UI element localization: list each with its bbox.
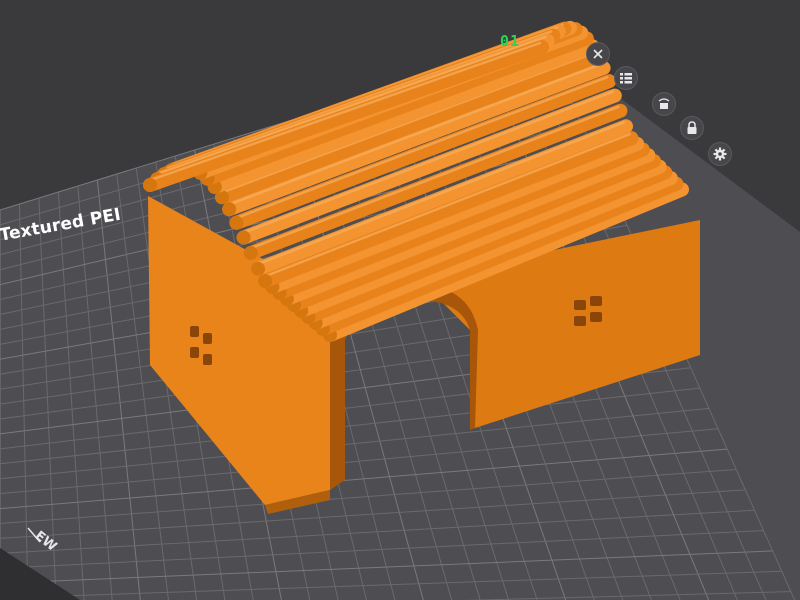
gear-icon bbox=[713, 147, 727, 161]
plate-number[interactable]: 01 bbox=[500, 32, 520, 50]
arrange-plate-button[interactable] bbox=[614, 66, 638, 90]
3d-viewport[interactable] bbox=[0, 0, 800, 600]
close-icon bbox=[593, 49, 603, 59]
arrange-icon bbox=[620, 73, 632, 84]
auto-orient-button[interactable] bbox=[652, 92, 676, 116]
auto-orient-icon bbox=[658, 98, 670, 109]
lock-plate-button[interactable] bbox=[680, 116, 704, 140]
lock-icon bbox=[687, 121, 697, 134]
close-plate-button[interactable] bbox=[586, 42, 610, 66]
plate-settings-button[interactable] bbox=[708, 142, 732, 166]
